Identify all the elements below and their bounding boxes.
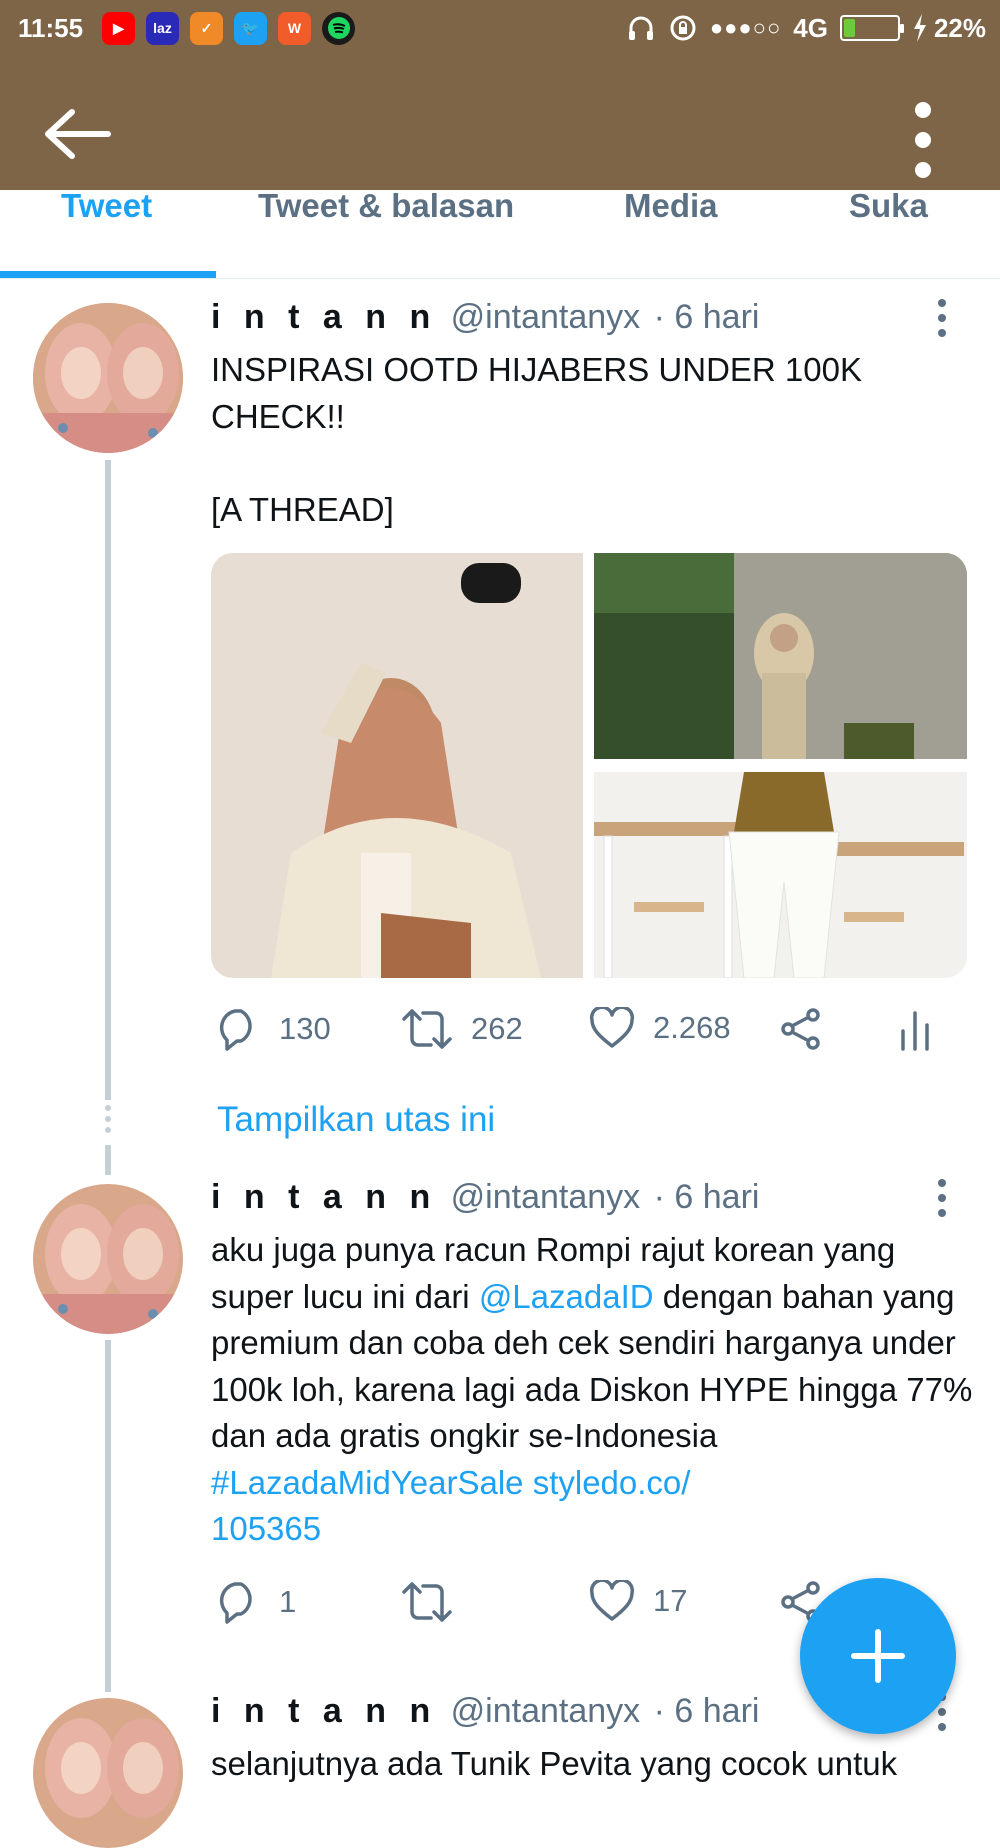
shopee-icon: ✓	[190, 11, 223, 45]
analytics-button[interactable]	[897, 1007, 933, 1051]
status-time: 11:55	[18, 12, 84, 43]
tweet-time: · 6 hari	[653, 1178, 760, 1216]
photo-1[interactable]	[211, 553, 583, 978]
avatar[interactable]	[33, 303, 183, 453]
charging-icon	[913, 14, 926, 42]
reply-icon	[219, 1009, 252, 1051]
mention-link[interactable]: @LazadaID	[479, 1278, 654, 1315]
tweet-menu-button[interactable]	[930, 298, 954, 338]
twitter-icon: 🐦	[234, 11, 267, 45]
heart-icon	[589, 1580, 635, 1621]
thread-line	[105, 1145, 111, 1175]
tab-tweet[interactable]: Tweet	[61, 190, 152, 225]
tab-tweet-replies[interactable]: Tweet & balasan	[258, 190, 514, 225]
tweet-text: aku juga punya racun Rompi rajut korean …	[211, 1227, 981, 1553]
notification-icons: ▶ laz ✓ 🐦 W	[102, 11, 355, 45]
back-arrow-icon	[45, 109, 111, 159]
avatar[interactable]	[33, 1184, 183, 1334]
tweet-time: · 6 hari	[653, 298, 760, 336]
heart-icon	[589, 1007, 635, 1048]
youtube-icon: ▶	[102, 11, 135, 45]
tweet-time: · 6 hari	[653, 1692, 760, 1730]
like-button[interactable]: 2.268	[589, 1007, 731, 1049]
share-icon	[781, 1008, 820, 1050]
battery-percent: 22%	[933, 12, 986, 43]
retweet-icon	[402, 1582, 452, 1622]
reply-icon	[219, 1582, 252, 1624]
tweet-media	[211, 553, 967, 978]
like-button[interactable]: 17	[589, 1580, 687, 1622]
hashtag-link[interactable]: #LazadaMidYearSale	[211, 1464, 524, 1501]
reply-count: 1	[279, 1584, 297, 1619]
retweet-button[interactable]	[401, 1580, 471, 1624]
tweet-menu-button[interactable]	[930, 1178, 954, 1218]
tweet-text: INSPIRASI OOTD HIJABERS UNDER 100K CHECK…	[211, 351, 862, 528]
share-button[interactable]	[779, 1007, 823, 1051]
active-tab-indicator	[0, 271, 216, 278]
more-options-button[interactable]	[908, 100, 938, 180]
more-vertical-icon	[938, 1179, 946, 1217]
app-bar	[0, 56, 1000, 211]
reply-button[interactable]: 130	[215, 1007, 331, 1051]
thread-line	[105, 1340, 111, 1692]
display-name[interactable]: i n t a n n	[211, 1692, 437, 1730]
thread-line	[105, 460, 111, 1100]
avatar[interactable]	[33, 1698, 183, 1848]
more-vertical-icon	[915, 102, 931, 178]
tab-media[interactable]: Media	[624, 190, 718, 225]
text-segment	[524, 1464, 533, 1501]
network-type: 4G	[793, 12, 828, 43]
reply-button[interactable]: 1	[215, 1580, 296, 1624]
like-count: 2.268	[653, 1010, 731, 1045]
status-bar: 11:55 ▶ laz ✓ 🐦 W ●●●○○ 4G 22%	[0, 0, 1000, 56]
photo-2[interactable]	[594, 553, 967, 759]
user-handle[interactable]: @intantanyx	[451, 1692, 641, 1730]
photo-3[interactable]	[594, 772, 967, 978]
headset-icon	[628, 16, 653, 40]
lazada-icon: laz	[146, 11, 179, 45]
tab-likes[interactable]: Suka	[849, 190, 928, 225]
tweet-text: selanjutnya ada Tunik Pevita yang cocok …	[211, 1745, 898, 1782]
rotation-lock-icon	[670, 15, 696, 41]
tweet-header: i n t a n n @intantanyx · 6 hari	[211, 298, 759, 337]
battery-fill	[843, 19, 855, 37]
show-thread-link[interactable]: Tampilkan utas ini	[217, 1100, 495, 1140]
battery-icon	[839, 15, 904, 41]
display-name[interactable]: i n t a n n	[211, 1178, 437, 1216]
display-name[interactable]: i n t a n n	[211, 298, 437, 336]
analytics-icon	[901, 1011, 929, 1051]
webtoon-icon: W	[278, 11, 311, 45]
tweet-header: i n t a n n @intantanyx · 6 hari	[211, 1178, 759, 1217]
user-handle[interactable]: @intantanyx	[451, 1178, 641, 1216]
plus-icon	[851, 1629, 905, 1683]
spotify-icon	[322, 11, 355, 45]
reply-count: 130	[279, 1011, 331, 1046]
signal-strength: ●●●○○	[709, 15, 782, 40]
tweet-actions: 130 262 2.268	[211, 1007, 971, 1067]
thread-gap-dots	[102, 1105, 114, 1138]
retweet-button[interactable]: 262	[401, 1007, 523, 1051]
back-button[interactable]	[42, 104, 112, 164]
user-handle[interactable]: @intantanyx	[451, 298, 641, 336]
tweet-header: i n t a n n @intantanyx · 6 hari	[211, 1692, 759, 1731]
like-count: 17	[653, 1583, 688, 1618]
more-vertical-icon	[938, 299, 946, 337]
compose-tweet-button[interactable]	[800, 1578, 956, 1734]
retweet-icon	[402, 1009, 452, 1049]
retweet-count: 262	[471, 1011, 523, 1046]
profile-tabs: Tweet Tweet & balasan Media Suka	[0, 190, 1000, 279]
